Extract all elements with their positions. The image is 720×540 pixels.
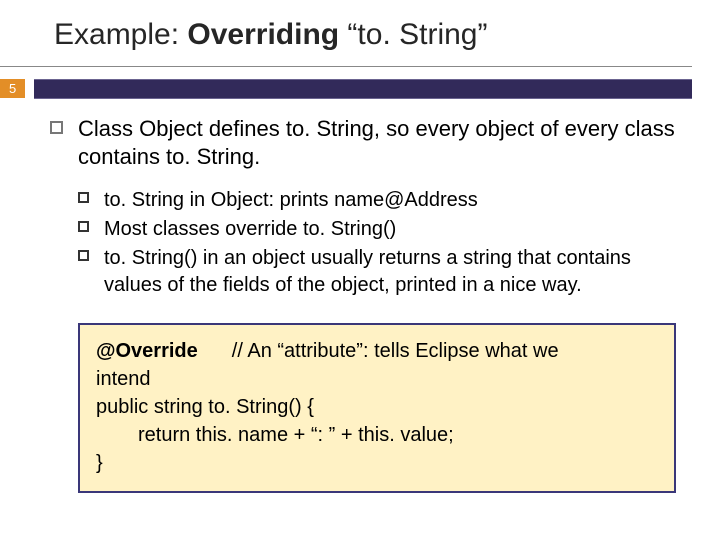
title-text-c: “to. String” — [339, 18, 487, 51]
slide: Example: Overriding “to. String” 5 Class… — [0, 0, 720, 540]
bullet-text: Class Object defines to. String, so ever… — [78, 116, 675, 169]
bullet-text: to. String in Object: prints name@Addres… — [104, 189, 478, 211]
bullet-level2: to. String() in an object usually return… — [104, 245, 676, 299]
title-text-b: Overriding — [187, 18, 339, 51]
title-text-a: Example: — [54, 18, 187, 51]
code-line: } — [96, 449, 658, 477]
square-bullet-icon — [78, 192, 89, 203]
bullet-text: Most classes override to. String() — [104, 218, 396, 240]
code-line: public string to. String() { — [96, 393, 658, 421]
bullet-level2: Most classes override to. String() — [104, 216, 676, 243]
code-line: return this. name + “: ” + this. value; — [96, 421, 658, 449]
content-area: Class Object defines to. String, so ever… — [0, 111, 720, 299]
page-number: 5 — [0, 79, 25, 98]
sublist: to. String in Object: prints name@Addres… — [78, 187, 676, 299]
bullet-level2: to. String in Object: prints name@Addres… — [104, 187, 676, 214]
code-line: intend — [96, 365, 658, 393]
slide-title: Example: Overriding “to. String” — [0, 0, 692, 67]
bullet-level1: Class Object defines to. String, so ever… — [78, 115, 676, 171]
code-keyword: @Override — [96, 340, 198, 362]
header-bar: 5 — [0, 73, 720, 111]
square-bullet-icon — [78, 250, 89, 261]
square-bullet-icon — [50, 121, 63, 134]
code-line: @Override // An “attribute”: tells Eclips… — [96, 337, 658, 365]
square-bullet-icon — [78, 221, 89, 232]
code-comment: // An “attribute”: tells Eclipse what we — [232, 340, 559, 362]
decorative-bar — [34, 79, 692, 99]
code-box: @Override // An “attribute”: tells Eclips… — [78, 323, 676, 493]
bullet-text: to. String() in an object usually return… — [104, 247, 631, 296]
